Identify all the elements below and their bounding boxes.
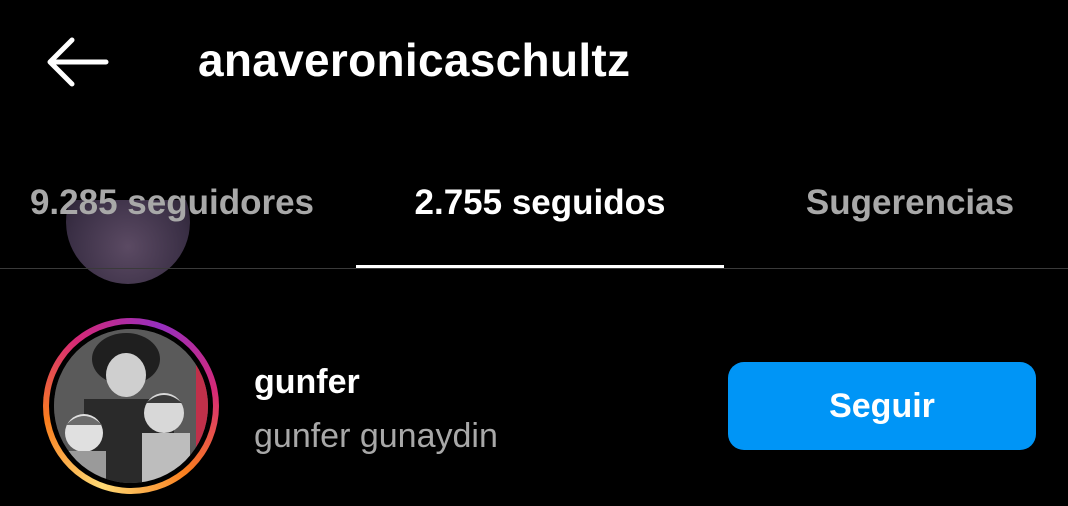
username[interactable]: gunfer <box>254 362 360 402</box>
follow-tabs: 9.285 seguidores 2.755 seguidos Sugerenc… <box>0 0 1068 222</box>
tab-following[interactable]: 2.755 seguidos <box>356 170 724 240</box>
list-item[interactable]: gunfer gunfer gunaydin Seguir <box>0 310 1068 506</box>
tabs-divider <box>0 268 1068 269</box>
family-photo-icon <box>54 329 208 483</box>
full-name: gunfer gunaydin <box>254 417 498 455</box>
follow-button[interactable]: Seguir <box>728 362 1036 450</box>
avatar[interactable] <box>43 318 219 494</box>
tab-followers[interactable]: 9.285 seguidores <box>0 170 344 240</box>
tab-suggestions[interactable]: Sugerencias <box>760 170 1060 240</box>
profile-photo <box>54 329 208 483</box>
